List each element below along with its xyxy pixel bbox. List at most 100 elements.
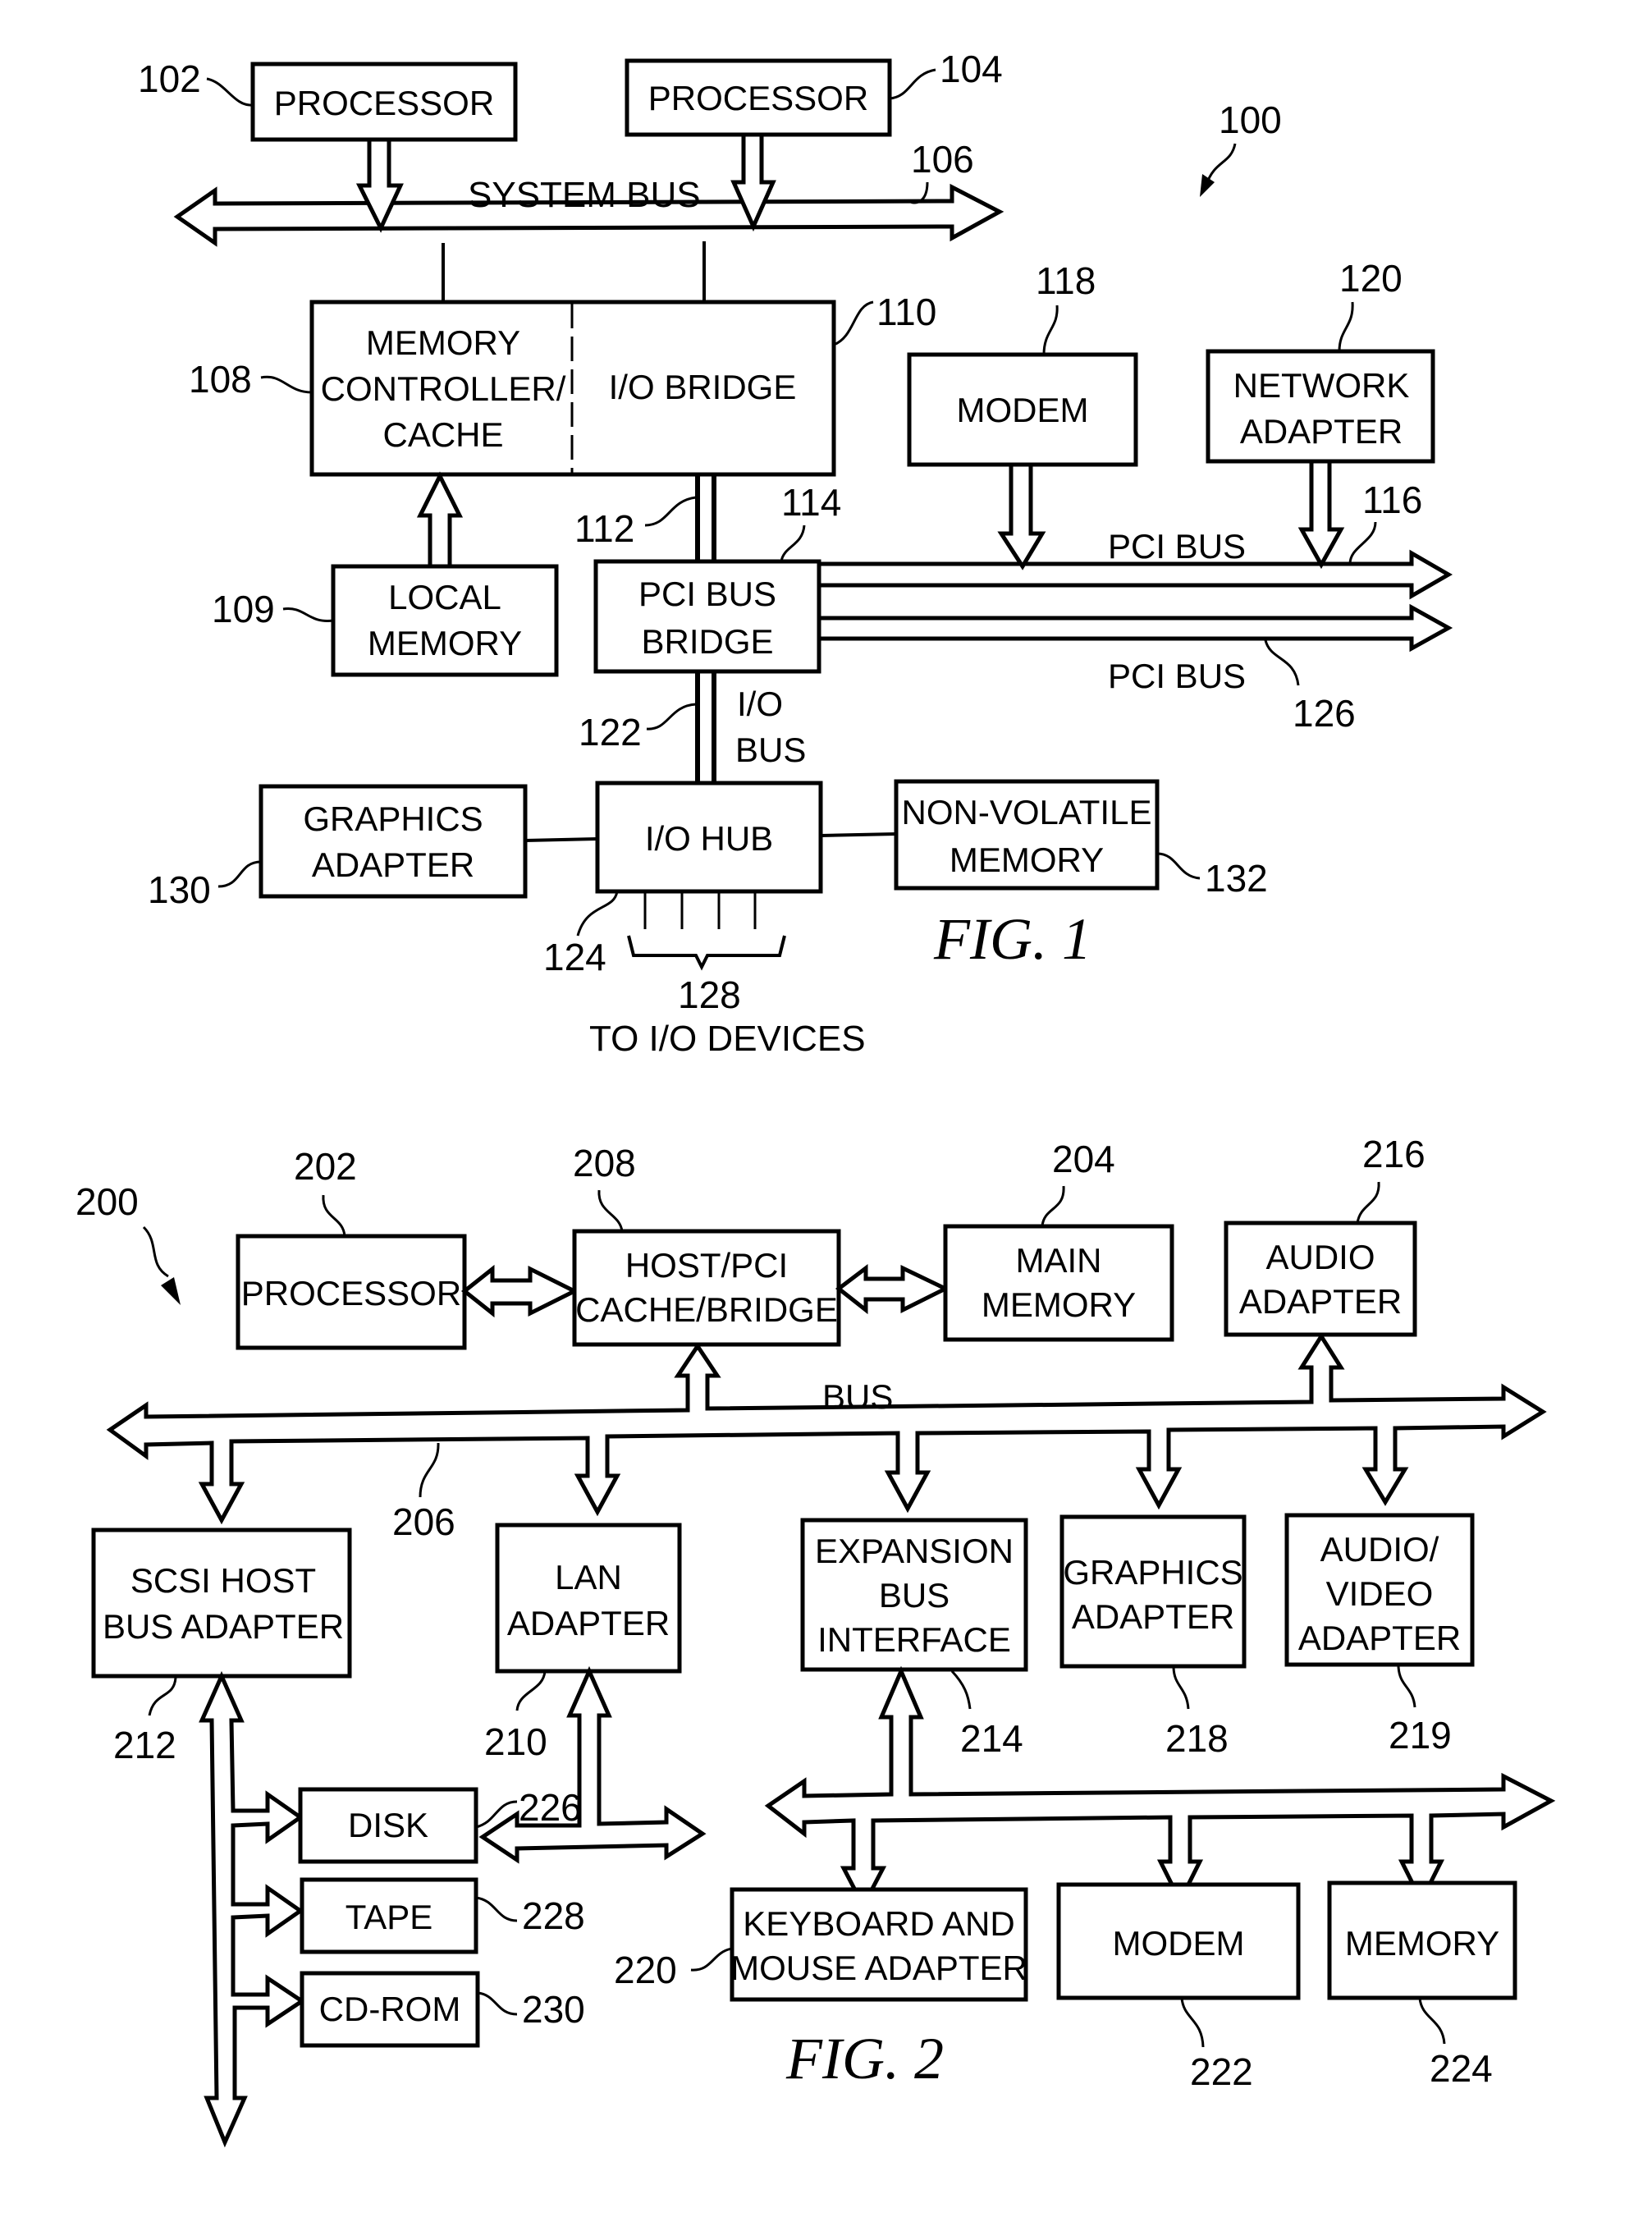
main-bus-206: [106, 1332, 1547, 1525]
leader-212: [148, 1677, 177, 1716]
pci-bus-bridge-label-1: PCI BUS: [638, 575, 776, 613]
ref-216: 216: [1362, 1133, 1425, 1175]
ref-228-label: 228: [522, 1894, 585, 1937]
io-bus-label-2: BUS: [735, 731, 806, 769]
leader-132: [1156, 852, 1201, 880]
arrow-local-memory-to-memctrl: [416, 471, 464, 569]
local-memory-label-1: LOCAL: [388, 578, 501, 616]
main-memory-label-2: MEMORY: [982, 1285, 1136, 1324]
audio-adapter-label-2: ADAPTER: [1239, 1282, 1402, 1321]
pci-bus-116-label: PCI BUS: [1108, 527, 1246, 566]
expansion-bus-interface-label-3: INTERFACE: [817, 1620, 1011, 1659]
arrow-modem-to-pci: [997, 462, 1046, 570]
scsi-adapter-label-2: BUS ADAPTER: [103, 1607, 344, 1646]
ref-124: 124: [543, 936, 606, 978]
iobridge-label: I/O BRIDGE: [609, 368, 797, 406]
host-pci-bridge-label-2: CACHE/BRIDGE: [575, 1290, 838, 1329]
bus-label: BUS: [822, 1377, 893, 1416]
leader-200: [142, 1225, 169, 1278]
ref-210: 210: [484, 1720, 547, 1763]
ref-126: 126: [1293, 692, 1356, 735]
leader-219: [1397, 1665, 1416, 1708]
leader-100: [1205, 143, 1237, 186]
graphics-adapter-130-label-1: GRAPHICS: [303, 799, 483, 838]
leader-214: [950, 1670, 972, 1710]
ref-112: 112: [574, 507, 634, 550]
main-memory-label-1: MAIN: [1016, 1241, 1102, 1280]
leader-218: [1172, 1665, 1190, 1710]
scsi-device-bus: [199, 1670, 306, 2148]
keyboard-mouse-adapter-label-1: KEYBOARD AND: [743, 1904, 1014, 1943]
memctrl-label-1: MEMORY: [366, 323, 520, 362]
pointer-200-arrowhead: [161, 1277, 181, 1305]
graphics-adapter-218-box: [1059, 1514, 1247, 1669]
nvram-label-2: MEMORY: [950, 841, 1104, 879]
ref-208: 208: [573, 1142, 636, 1184]
modem-118-label: MODEM: [957, 391, 1089, 429]
leader-220: [690, 1947, 733, 1972]
ref-118: 118: [1036, 259, 1096, 302]
io-hub-label: I/O HUB: [645, 819, 773, 858]
ref-110: 110: [876, 291, 936, 333]
lan-network-arrow: [478, 1665, 707, 1864]
fig1-diagram: SYSTEM BUS 106 PROCESSOR 102 PROCESSOR 1…: [138, 48, 1453, 1059]
leader-124: [576, 891, 619, 937]
ref-122: 122: [579, 711, 642, 754]
leader-104: [889, 68, 936, 100]
ref-226: 226: [519, 1786, 582, 1829]
leader-126: [1264, 639, 1300, 686]
ref-220: 220: [614, 1949, 677, 1991]
io-bus-label-1: I/O: [737, 685, 783, 723]
scsi-adapter-label-1: SCSI HOST: [130, 1561, 316, 1600]
graphics-adapter-218-label-1: GRAPHICS: [1063, 1553, 1242, 1592]
fig1-caption: FIG. 1: [933, 906, 1091, 972]
lan-adapter-box: [495, 1523, 682, 1674]
local-memory-label-2: MEMORY: [368, 624, 522, 662]
fig2-caption: FIG. 2: [785, 2026, 944, 2091]
ref-130: 130: [148, 868, 211, 911]
io-devices-brace: [627, 935, 786, 971]
leader-122: [646, 703, 697, 731]
ref-114: 114: [781, 481, 841, 524]
iohub-to-nvram-line: [820, 832, 897, 837]
graphics-adapter-130-label-2: ADAPTER: [312, 845, 474, 884]
tape-label: TAPE: [346, 1898, 433, 1936]
graphics-adapter-218-label-2: ADAPTER: [1072, 1597, 1234, 1636]
lan-adapter-label-1: LAN: [555, 1558, 622, 1596]
leader-109: [282, 607, 334, 622]
audio-adapter-label-1: AUDIO: [1265, 1238, 1375, 1276]
ref-100: 100: [1219, 98, 1282, 141]
ref-116: 116: [1362, 479, 1422, 521]
lan-adapter-label-2: ADAPTER: [507, 1604, 670, 1642]
ref-200: 200: [76, 1180, 139, 1223]
ref-128: 128: [678, 973, 741, 1016]
nvram-label-1: NON-VOLATILE: [902, 793, 1152, 831]
memctrl-label-2: CONTROLLER/: [321, 369, 566, 408]
audio-video-adapter-label-3: ADAPTER: [1298, 1619, 1461, 1657]
leader-230: [477, 1991, 518, 2016]
expansion-bus-interface-label-2: BUS: [879, 1576, 950, 1615]
processor-202-label: PROCESSOR: [241, 1274, 461, 1312]
leader-202: [322, 1194, 346, 1237]
leader-222: [1180, 1997, 1205, 2048]
patent-drawing: SYSTEM BUS 106 PROCESSOR 102 PROCESSOR 1…: [76, 48, 1556, 2148]
leader-228: [475, 1896, 518, 1922]
ref-202: 202: [294, 1145, 357, 1188]
ref-106: 106: [911, 138, 974, 181]
arrow-network-to-pci: [1297, 459, 1345, 570]
system-bus-label: SYSTEM BUS: [468, 175, 701, 215]
ref-204: 204: [1052, 1138, 1115, 1180]
ref-214: 214: [960, 1717, 1023, 1760]
leader-116: [1348, 521, 1377, 565]
ref-224: 224: [1430, 2047, 1493, 2090]
leader-224: [1418, 1997, 1446, 2045]
host-pci-bridge-label-1: HOST/PCI: [625, 1246, 788, 1285]
ref-230: 230: [522, 1988, 585, 2031]
pointer-100-arrowhead: [1200, 174, 1215, 197]
network-adapter-label-2: ADAPTER: [1240, 412, 1403, 451]
arrow-processor-bridge: [460, 1264, 579, 1318]
graphics-to-iohub-line: [524, 837, 598, 842]
io-devices-label: TO I/O DEVICES: [589, 1019, 866, 1059]
ref-212: 212: [113, 1724, 176, 1766]
processor-102-label: PROCESSOR: [274, 84, 494, 122]
